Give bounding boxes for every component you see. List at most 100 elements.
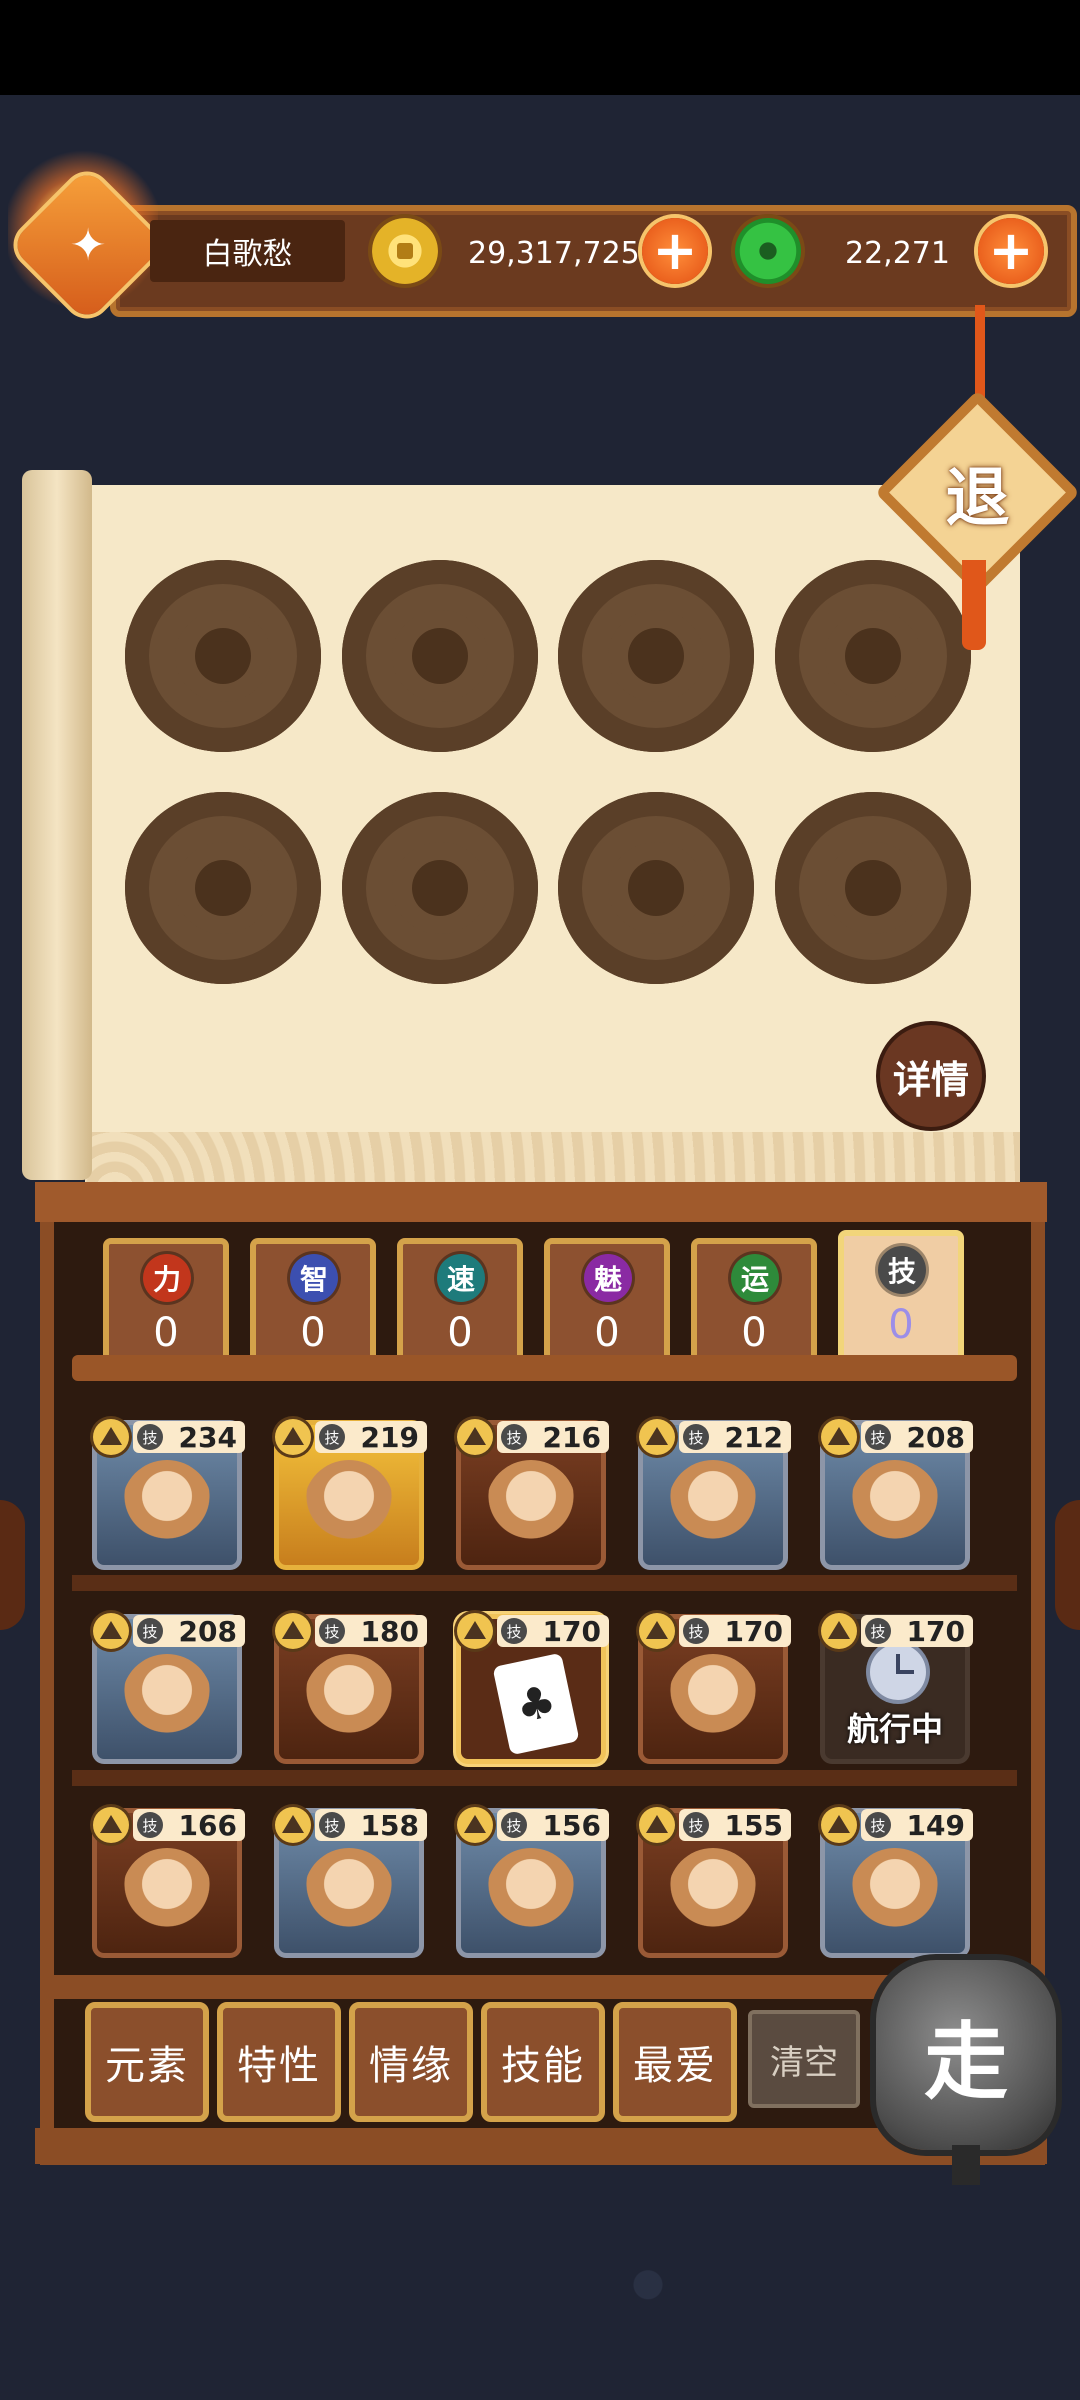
rank-triangle-icon bbox=[275, 1613, 311, 1649]
add-jade-button[interactable]: + bbox=[978, 218, 1044, 284]
hero-portrait bbox=[486, 1460, 576, 1550]
hero-card[interactable]: 技 149 bbox=[820, 1807, 973, 1958]
team-slot[interactable] bbox=[558, 792, 754, 984]
rank-triangle-icon bbox=[275, 1419, 311, 1455]
team-slot[interactable] bbox=[125, 560, 321, 752]
hero-card[interactable]: 技 216 bbox=[456, 1419, 609, 1570]
hero-portrait bbox=[304, 1848, 394, 1938]
hero-badge-row: 技 166 bbox=[93, 1807, 253, 1843]
hero-card[interactable]: 技 219 bbox=[274, 1419, 427, 1570]
exit-label: 退 bbox=[945, 461, 1010, 536]
scroll-wave-border bbox=[85, 1132, 1020, 1187]
stat-card-intelligence[interactable]: 智 0 bbox=[250, 1238, 376, 1364]
hero-portrait bbox=[486, 1848, 576, 1938]
skill-pill: 技 149 bbox=[861, 1808, 973, 1842]
skill-icon: 技 bbox=[865, 1618, 891, 1644]
rank-triangle-icon bbox=[821, 1807, 857, 1843]
filter-bond-button[interactable]: 情缘 bbox=[349, 2002, 473, 2122]
rank-triangle-icon bbox=[639, 1613, 675, 1649]
stat-card-skill[interactable]: 技 0 bbox=[838, 1230, 964, 1364]
rank-triangle-icon bbox=[275, 1807, 311, 1843]
hero-portrait bbox=[304, 1460, 394, 1550]
hero-card[interactable]: 技 170 bbox=[638, 1613, 791, 1764]
skill-pill: 技 156 bbox=[497, 1809, 609, 1842]
hero-badge-row: 技 170 bbox=[639, 1613, 799, 1649]
hero-skill-value: 219 bbox=[360, 1420, 419, 1454]
skill-icon: 技 bbox=[319, 1424, 345, 1450]
detail-button[interactable]: 详情 bbox=[880, 1025, 982, 1127]
hero-card[interactable]: 技 156 bbox=[456, 1807, 609, 1958]
jade-icon bbox=[735, 218, 801, 284]
hero-card[interactable]: 技 208 bbox=[820, 1419, 973, 1570]
team-slot[interactable] bbox=[775, 792, 971, 984]
stat-badge: 魅 bbox=[584, 1254, 632, 1302]
team-slot[interactable] bbox=[125, 792, 321, 984]
status-bar bbox=[0, 0, 1080, 95]
hero-badge-row: 技 170 bbox=[821, 1613, 981, 1649]
cabinet-top bbox=[35, 1182, 1047, 1222]
filter-trait-button[interactable]: 特性 bbox=[217, 2002, 341, 2122]
hero-badge-row: 技 156 bbox=[457, 1807, 617, 1843]
stat-badge: 智 bbox=[290, 1254, 338, 1302]
hero-card[interactable]: 技 212 bbox=[638, 1419, 791, 1570]
coin-balance: 29,317,725 bbox=[468, 235, 640, 271]
hero-skill-value: 208 bbox=[178, 1614, 237, 1648]
skill-pill: 技 155 bbox=[679, 1809, 791, 1842]
hero-portrait bbox=[668, 1654, 758, 1744]
skill-pill: 技 166 bbox=[133, 1809, 245, 1842]
hero-card[interactable]: 技 155 bbox=[638, 1807, 791, 1958]
jade-balance: 22,271 bbox=[845, 235, 950, 271]
rank-triangle-icon bbox=[639, 1419, 675, 1455]
clock-icon bbox=[870, 1644, 926, 1700]
skill-icon: 技 bbox=[319, 1618, 345, 1644]
scroll-roll bbox=[22, 470, 92, 1180]
filter-skill-button[interactable]: 技能 bbox=[481, 2002, 605, 2122]
hero-badge-row: 技 155 bbox=[639, 1807, 799, 1843]
skill-pill: 技 208 bbox=[861, 1421, 973, 1454]
team-slot[interactable] bbox=[342, 792, 538, 984]
stat-card-strength[interactable]: 力 0 bbox=[103, 1238, 229, 1364]
hero-portrait bbox=[668, 1848, 758, 1938]
hero-card[interactable]: 技 166 bbox=[92, 1807, 245, 1958]
hero-portrait bbox=[304, 1654, 394, 1744]
clear-button[interactable]: 清空 bbox=[748, 2010, 860, 2108]
exit-tassel bbox=[962, 560, 986, 650]
team-slot[interactable] bbox=[558, 560, 754, 752]
stat-card-speed[interactable]: 速 0 bbox=[397, 1238, 523, 1364]
stat-badge: 力 bbox=[143, 1254, 191, 1302]
team-slot[interactable] bbox=[342, 560, 538, 752]
hero-portrait bbox=[850, 1848, 940, 1938]
add-coins-button[interactable]: + bbox=[642, 218, 708, 284]
hero-card[interactable]: 航行中 技 170 bbox=[820, 1613, 973, 1764]
skill-pill: 技 170 bbox=[497, 1614, 609, 1648]
hero-badge-row: 技 208 bbox=[821, 1419, 981, 1455]
hero-skill-value: 149 bbox=[906, 1808, 965, 1842]
hero-skill-value: 234 bbox=[178, 1420, 237, 1454]
hero-card[interactable]: 技 208 bbox=[92, 1613, 245, 1764]
rank-triangle-icon bbox=[821, 1613, 857, 1649]
hero-skill-value: 216 bbox=[542, 1420, 601, 1454]
side-decoration-right bbox=[1055, 1500, 1080, 1630]
filter-element-button[interactable]: 元素 bbox=[85, 2002, 209, 2122]
rank-triangle-icon bbox=[821, 1419, 857, 1455]
filter-favorite-button[interactable]: 最爱 bbox=[613, 2002, 737, 2122]
stats-shelf bbox=[72, 1355, 1017, 1381]
skill-icon: 技 bbox=[137, 1424, 163, 1450]
rank-triangle-icon bbox=[93, 1419, 129, 1455]
rank-triangle-icon bbox=[457, 1613, 493, 1649]
team-slot[interactable] bbox=[775, 560, 971, 752]
hero-card[interactable]: 技 158 bbox=[274, 1807, 427, 1958]
rank-triangle-icon bbox=[457, 1419, 493, 1455]
stat-card-luck[interactable]: 运 0 bbox=[691, 1238, 817, 1364]
stat-card-charm[interactable]: 魅 0 bbox=[544, 1238, 670, 1364]
skill-icon: 技 bbox=[319, 1812, 345, 1838]
skill-icon: 技 bbox=[683, 1812, 709, 1838]
hero-shelf bbox=[72, 1770, 1017, 1786]
hero-skill-value: 170 bbox=[542, 1614, 601, 1648]
hero-card[interactable]: 技 234 bbox=[92, 1419, 245, 1570]
hero-card[interactable]: ♣ 技 170 bbox=[456, 1613, 609, 1764]
hero-badge-row: 技 219 bbox=[275, 1419, 435, 1455]
go-label: 走 bbox=[923, 2012, 1008, 2111]
fox-mask-icon: ✦ bbox=[69, 219, 107, 271]
hero-card[interactable]: 技 180 bbox=[274, 1613, 427, 1764]
